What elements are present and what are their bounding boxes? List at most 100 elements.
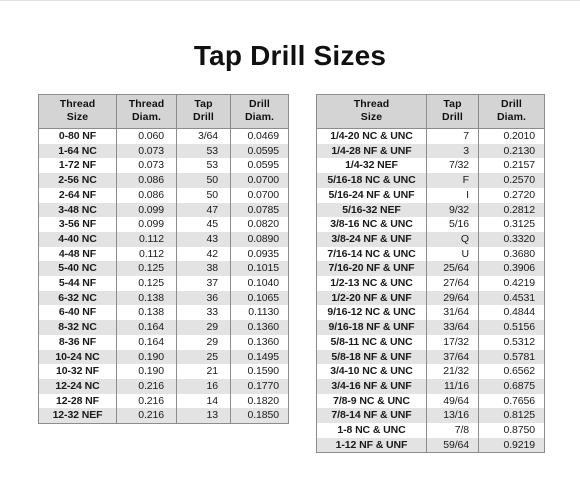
cell-tap-drill: 3/64: [176, 128, 231, 144]
tap-drill-table-right: Thread Size Tap Drill Drill Diam. 1/4-20 NC &…: [316, 94, 545, 454]
table-row: 4-40 NC 0.112 43 0.0890: [38, 231, 289, 247]
cell-tap-drill: 50: [176, 173, 231, 188]
cell-thread-diam: 0.216: [116, 393, 177, 409]
table-row: 1/4-20 NC & UNC 7 0.2010: [316, 128, 545, 144]
cell-thread-size: 3/4-10 NC & UNC: [316, 364, 427, 379]
table-row: 5/8-18 NF & UNF 37/64 0.5781: [316, 349, 545, 365]
cell-thread-size: 1-72 NF: [38, 158, 117, 174]
cell-tap-drill: 36: [176, 290, 231, 306]
cell-drill-diam: 0.6875: [478, 378, 545, 394]
table-row: 3/8-24 NF & UNF Q 0.3320: [316, 231, 545, 247]
cell-thread-diam: 0.190: [116, 349, 177, 365]
column-header-thread-size: Thread Size: [38, 94, 117, 129]
column-header-tap-drill: Tap Drill: [426, 94, 479, 129]
cell-drill-diam: 0.7656: [478, 393, 545, 409]
cell-tap-drill: 13/16: [426, 408, 479, 424]
cell-thread-size: 4-40 NC: [38, 231, 117, 247]
column-header-line: Thread: [59, 98, 96, 110]
cell-drill-diam: 0.0595: [230, 158, 289, 174]
cell-thread-diam: 0.164: [116, 320, 177, 335]
column-header-line: Size: [66, 111, 89, 123]
cell-drill-diam: 0.2130: [478, 143, 545, 159]
column-header-line: Tap: [443, 98, 462, 110]
cell-thread-size: 7/8-9 NC & UNC: [316, 393, 427, 409]
cell-thread-size: 7/16-20 NF & UNF: [316, 261, 427, 277]
cell-drill-diam: 0.1590: [230, 364, 289, 379]
table-row: 7/16-20 NF & UNF 25/64 0.3906: [316, 261, 545, 277]
cell-tap-drill: 31/64: [426, 305, 479, 321]
cell-tap-drill: 42: [176, 246, 231, 262]
table-row: 12-24 NC 0.216 16 0.1770: [38, 378, 289, 394]
cell-tap-drill: 37: [176, 276, 231, 291]
table-right-body: 1/4-20 NC & UNC 7 0.2010 1/4-28 NF & UNF 3 0.…: [316, 128, 545, 453]
cell-tap-drill: 37/64: [426, 349, 479, 365]
cell-tap-drill: 45: [176, 217, 231, 232]
table-row: 1/4-28 NF & UNF 3 0.2130: [316, 143, 545, 159]
table-row: 5/16-32 NEF 9/32 0.2812: [316, 202, 545, 218]
cell-thread-size: 5/16-24 NF & UNF: [316, 187, 427, 203]
cell-drill-diam: 0.2157: [478, 158, 545, 174]
cell-thread-size: 1/4-28 NF & UNF: [316, 143, 427, 159]
cell-tap-drill: 25/64: [426, 261, 479, 277]
cell-drill-diam: 0.2570: [478, 173, 545, 188]
cell-thread-size: 8-32 NC: [38, 320, 117, 335]
table-row: 1-64 NC 0.073 53 0.0595: [38, 143, 289, 159]
column-header-drill-diam: Drill Diam.: [230, 94, 289, 129]
table-row: 2-56 NC 0.086 50 0.0700: [38, 173, 289, 188]
cell-drill-diam: 0.3125: [478, 217, 545, 232]
cell-thread-size: 1/2-20 NF & UNF: [316, 290, 427, 306]
cell-thread-size: 5-44 NF: [38, 276, 117, 291]
table-row: 1/4-32 NEF 7/32 0.2157: [316, 158, 545, 174]
column-header-line: Thread: [353, 98, 390, 110]
cell-thread-size: 9/16-18 NF & UNF: [316, 320, 427, 335]
cell-drill-diam: 0.0890: [230, 231, 289, 247]
cell-thread-diam: 0.138: [116, 305, 177, 321]
cell-thread-size: 2-56 NC: [38, 173, 117, 188]
cell-tap-drill: 49/64: [426, 393, 479, 409]
cell-thread-size: 4-48 NF: [38, 246, 117, 262]
cell-drill-diam: 0.3906: [478, 261, 545, 277]
cell-thread-diam: 0.073: [116, 143, 177, 159]
cell-tap-drill: 53: [176, 143, 231, 159]
cell-thread-size: 5-40 NC: [38, 261, 117, 277]
cell-thread-size: 1-12 NF & UNF: [316, 437, 427, 453]
page-title: Tap Drill Sizes: [193, 40, 387, 71]
cell-tap-drill: F: [426, 173, 479, 188]
table-row: 3/4-10 NC & UNC 21/32 0.6562: [316, 364, 545, 379]
column-header-line: Tap: [194, 98, 213, 110]
cell-drill-diam: 0.5312: [478, 334, 545, 350]
table-row: 6-40 NF 0.138 33 0.1130: [38, 305, 289, 321]
table-row: 4-48 NF 0.112 42 0.0935: [38, 246, 289, 262]
cell-thread-size: 8-36 NF: [38, 334, 117, 350]
cell-thread-diam: 0.112: [116, 231, 177, 247]
cell-tap-drill: 43: [176, 231, 231, 247]
cell-thread-size: 3-48 NC: [38, 202, 117, 218]
cell-thread-size: 1/4-20 NC & UNC: [316, 128, 427, 144]
table-row: 8-32 NC 0.164 29 0.1360: [38, 320, 289, 335]
cell-drill-diam: 0.1015: [230, 261, 289, 277]
table-header-row: Thread Size Tap Drill Drill Diam.: [316, 94, 545, 129]
cell-tap-drill: 14: [176, 393, 231, 409]
cell-tap-drill: 29: [176, 334, 231, 350]
page-canvas: Tap Drill Sizes Thread Size Thread Diam. Tap…: [0, 0, 580, 500]
cell-tap-drill: I: [426, 187, 479, 203]
cell-thread-size: 1-8 NC & UNC: [316, 423, 427, 438]
column-header-line: Drill: [193, 111, 214, 123]
cell-thread-size: 6-40 NF: [38, 305, 117, 321]
cell-thread-size: 12-24 NC: [38, 378, 117, 394]
cell-drill-diam: 0.0700: [230, 173, 289, 188]
table-row: 5-44 NF 0.125 37 0.1040: [38, 276, 289, 291]
cell-thread-size: 10-24 NC: [38, 349, 117, 365]
cell-tap-drill: 5/16: [426, 217, 479, 232]
cell-tap-drill: 29/64: [426, 290, 479, 306]
table-row: 9/16-18 NF & UNF 33/64 0.5156: [316, 320, 545, 335]
cell-thread-diam: 0.060: [116, 128, 177, 144]
cell-tap-drill: 16: [176, 378, 231, 394]
cell-tap-drill: 33: [176, 305, 231, 321]
cell-tap-drill: 27/64: [426, 276, 479, 291]
cell-thread-size: 5/8-11 NC & UNC: [316, 334, 427, 350]
cell-thread-size: 1/2-13 NC & UNC: [316, 276, 427, 291]
cell-drill-diam: 0.0595: [230, 143, 289, 159]
cell-tap-drill: 17/32: [426, 334, 479, 350]
table-row: 10-24 NC 0.190 25 0.1495: [38, 349, 289, 365]
